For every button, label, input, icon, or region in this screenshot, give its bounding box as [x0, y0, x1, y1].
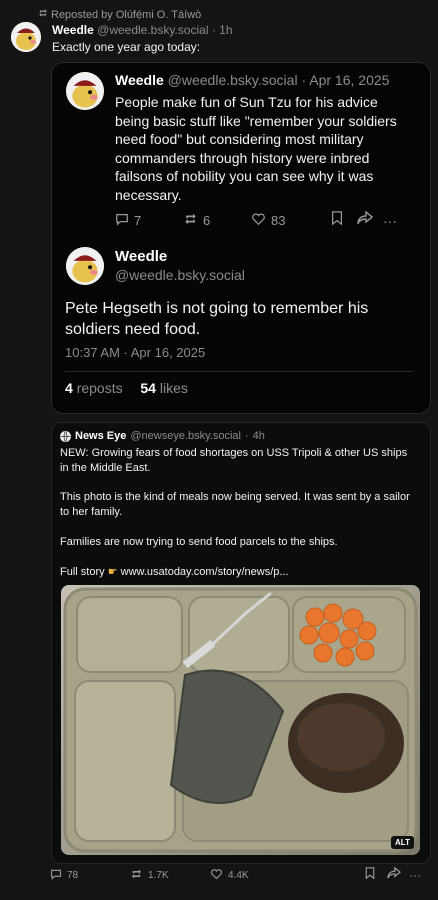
globe-icon	[60, 430, 71, 442]
repost-icon	[183, 212, 198, 229]
heart-icon	[210, 868, 223, 883]
reply-button: 7	[115, 212, 183, 229]
news-post-text-1: NEW: Growing fears of food shortages on …	[60, 447, 408, 474]
like-button[interactable]: 4.4K	[210, 868, 365, 883]
reply-count: 78	[67, 869, 79, 881]
heart-icon	[251, 212, 266, 229]
repost-count: 1.7K	[148, 869, 169, 881]
avatar	[66, 72, 104, 110]
share-icon[interactable]	[387, 866, 409, 884]
reposts-count: 4	[65, 380, 73, 396]
quoted-post-text: People make fun of Sun Tzu for his advic…	[115, 94, 397, 203]
author-handle[interactable]: @weedle.bsky.social	[97, 23, 208, 37]
full-story-label: Full story	[60, 566, 105, 578]
author-name[interactable]: Weedle	[52, 23, 94, 37]
like-button: 83	[251, 212, 331, 229]
like-count: 4.4K	[228, 869, 249, 881]
reposts-label: reposts	[76, 380, 123, 396]
news-post-header: News Eye @newseye.bsky.social · 4h	[60, 430, 265, 442]
quoted-post-actions: 7 6 83 ···	[115, 210, 415, 230]
reply-icon	[115, 212, 129, 229]
author-handle[interactable]: @newseye.bsky.social	[130, 430, 241, 442]
reply-button[interactable]: 78	[50, 868, 130, 883]
post-time[interactable]: 1h	[219, 23, 232, 37]
repost-count: 6	[203, 213, 211, 228]
divider	[65, 371, 413, 372]
more-icon[interactable]: ···	[409, 868, 421, 882]
reply-icon	[50, 868, 62, 883]
post-text: Exactly one year ago today:	[52, 40, 201, 54]
repost-icon	[38, 8, 48, 21]
quoted-post-header: Weedle @weedle.bsky.social · Apr 16, 202…	[115, 72, 390, 88]
likes-count: 54	[140, 380, 156, 396]
focused-post-text: Pete Hegseth is not going to remember hi…	[65, 300, 369, 338]
bookmark-icon[interactable]	[365, 866, 387, 884]
repost-indicator[interactable]: Reposted by Olúfẹ́mi O. Táíwò	[38, 8, 201, 21]
repost-label: Reposted by Olúfẹ́mi O. Táíwò	[51, 8, 202, 21]
reply-count: 7	[134, 213, 142, 228]
alt-text-badge[interactable]: ALT	[391, 836, 414, 849]
repost-button: 6	[183, 212, 251, 229]
author-handle: @weedle.bsky.social	[115, 267, 245, 283]
post-date: Apr 16, 2025	[309, 72, 390, 88]
engagement-stats: 4 reposts 54 likes	[65, 380, 188, 396]
post-time[interactable]: 4h	[253, 430, 265, 442]
share-icon	[357, 210, 383, 230]
bookmark-icon	[331, 211, 357, 230]
avatar	[66, 247, 104, 285]
pointing-hand-icon: ☛	[107, 566, 118, 578]
author-name[interactable]: News Eye	[75, 430, 126, 442]
author-handle: @weedle.bsky.social	[167, 72, 298, 88]
post-timestamp: 10:37 AM · Apr 16, 2025	[65, 345, 206, 360]
like-count: 83	[271, 213, 286, 228]
repost-button[interactable]: 1.7K	[130, 868, 210, 883]
story-link[interactable]: www.usatoday.com/story/news/p...	[121, 566, 289, 578]
likes-label: likes	[159, 380, 188, 396]
more-icon: ···	[383, 212, 397, 229]
food-tray-photo[interactable]: ALT	[61, 585, 420, 855]
news-post-text-3: Families are now trying to send food par…	[60, 536, 338, 548]
repost-icon	[130, 868, 143, 883]
author-name: Weedle	[115, 248, 168, 265]
author-name: Weedle	[115, 72, 164, 88]
news-post-text-2: This photo is the kind of meals now bein…	[60, 491, 410, 518]
avatar[interactable]	[11, 22, 41, 52]
post-actions: 78 1.7K 4.4K ···	[50, 866, 430, 884]
full-story-line: Full story ☛ www.usatoday.com/story/news…	[60, 565, 289, 578]
post-header: Weedle @weedle.bsky.social · 1h	[52, 23, 233, 37]
